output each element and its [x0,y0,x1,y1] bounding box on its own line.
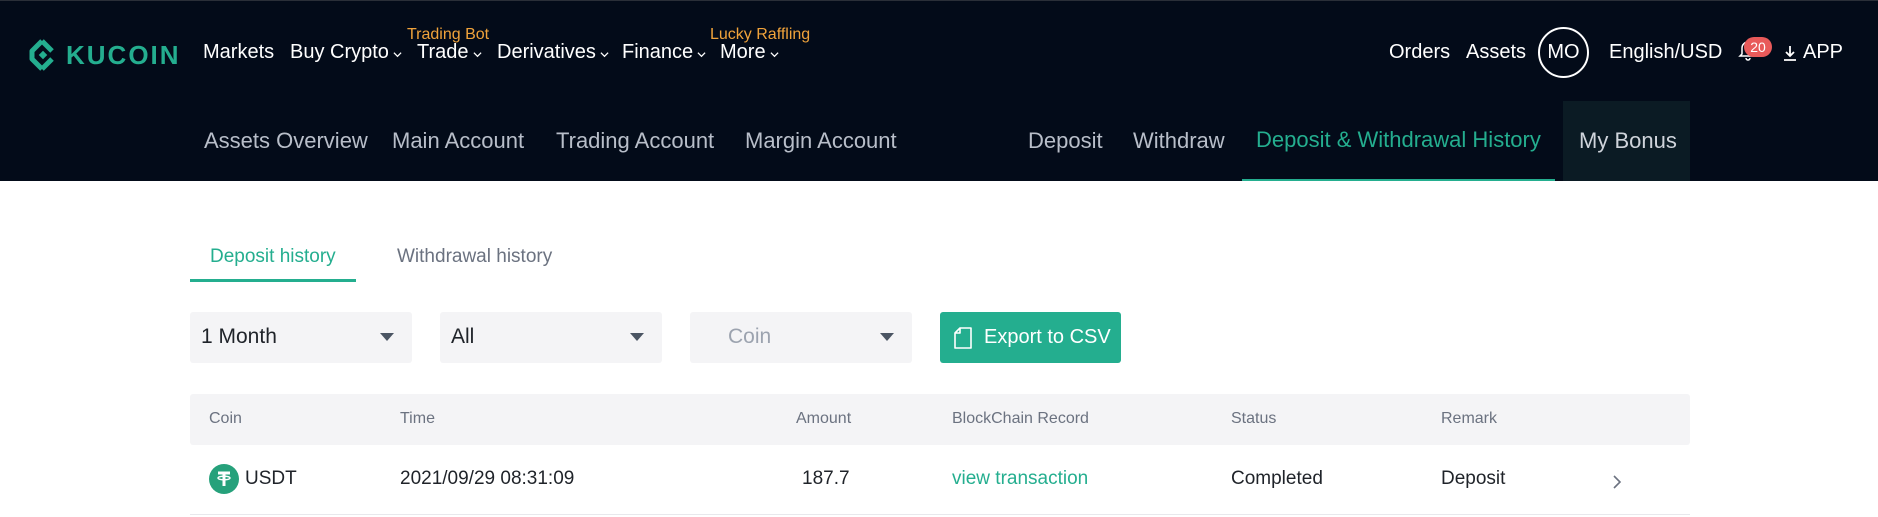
chevron-down-icon [600,52,609,58]
top-navbar: KUCOIN Markets Buy Crypto Trading Bot Tr… [0,0,1878,101]
subnav-main-account[interactable]: Main Account [392,101,524,181]
tab-withdrawal-history[interactable]: Withdrawal history [397,235,552,282]
nav-markets[interactable]: Markets [203,41,274,64]
avatar-initials: MO [1547,41,1580,63]
kucoin-logo-icon [29,39,54,71]
nav-derivatives-label: Derivatives [497,41,596,63]
subnav-withdraw[interactable]: Withdraw [1133,101,1225,181]
avatar[interactable]: MO [1538,27,1589,78]
brand-name: KUCOIN [66,39,181,70]
document-icon [954,326,972,349]
subnav-margin-account[interactable]: Margin Account [745,101,897,181]
nav-markets-label: Markets [203,41,275,63]
usdt-icon [209,464,239,494]
view-transaction-link[interactable]: view transaction [952,468,1088,490]
nav-more[interactable]: More [720,41,779,64]
header-time: Time [400,410,435,427]
row-amount: 187.7 [802,468,850,489]
nav-more-label: More [720,41,766,63]
nav-trade[interactable]: Trade [417,41,482,64]
nav-finance-label: Finance [622,41,694,63]
kucoin-logo[interactable]: KUCOIN [28,37,181,73]
nav-trade-label: Trade [417,41,469,63]
type-select[interactable]: All [440,312,662,363]
header-amount: Amount [796,410,852,427]
app-label: APP [1803,41,1844,63]
type-select-value: All [451,325,475,348]
subnav-deposit-withdrawal-history[interactable]: Deposit & Withdrawal History [1242,101,1555,181]
subnav-trading-account[interactable]: Trading Account [556,101,714,181]
tab-deposit-history[interactable]: Deposit history [190,235,356,282]
subnav-deposit[interactable]: Deposit [1028,101,1103,181]
header-blockchain-record: BlockChain Record [952,410,1089,427]
header-remark: Remark [1441,410,1498,427]
table-row[interactable]: USDT 2021/09/29 08:31:09 187.7 view tran… [190,445,1690,515]
chevron-down-icon [472,52,482,58]
download-icon [1784,45,1796,61]
assets-subnav: Assets Overview Main Account Trading Acc… [0,101,1878,181]
coin-select[interactable]: Coin [690,312,912,363]
nav-orders[interactable]: Orders [1389,41,1450,64]
row-time: 2021/09/29 08:31:09 [400,468,575,489]
chevron-right-icon[interactable] [1610,473,1624,491]
header-coin: Coin [209,410,242,427]
subnav-my-bonus[interactable]: My Bonus [1563,101,1690,181]
chevron-down-icon [770,52,779,58]
language-currency-selector[interactable]: English/USD [1609,41,1722,64]
row-coin: USDT [245,468,297,489]
period-select[interactable]: 1 Month [190,312,412,363]
caret-down-icon [630,333,644,341]
row-remark: Deposit [1441,468,1506,489]
nav-assets[interactable]: Assets [1466,41,1526,64]
chevron-down-icon [697,52,706,58]
export-csv-button[interactable]: Export to CSV [940,312,1121,363]
app-download[interactable]: APP [1783,41,1843,64]
chevron-down-icon [393,52,402,58]
coin-select-placeholder: Coin [728,325,772,348]
nav-finance[interactable]: Finance [622,41,706,64]
export-csv-label: Export to CSV [984,326,1111,348]
header-status: Status [1231,410,1277,427]
row-status: Completed [1231,468,1323,489]
history-tabs: Deposit history Withdrawal history [190,235,1690,282]
caret-down-icon [880,333,894,341]
notification-badge: 20 [1744,37,1772,57]
nav-buy-crypto[interactable]: Buy Crypto [290,41,402,64]
subnav-assets-overview[interactable]: Assets Overview [204,101,368,181]
nav-derivatives[interactable]: Derivatives [497,41,609,64]
nav-buy-crypto-label: Buy Crypto [290,41,389,63]
period-select-value: 1 Month [201,325,277,348]
caret-down-icon [380,333,394,341]
table-header: Coin Time Amount BlockChain Record Statu… [190,394,1690,445]
